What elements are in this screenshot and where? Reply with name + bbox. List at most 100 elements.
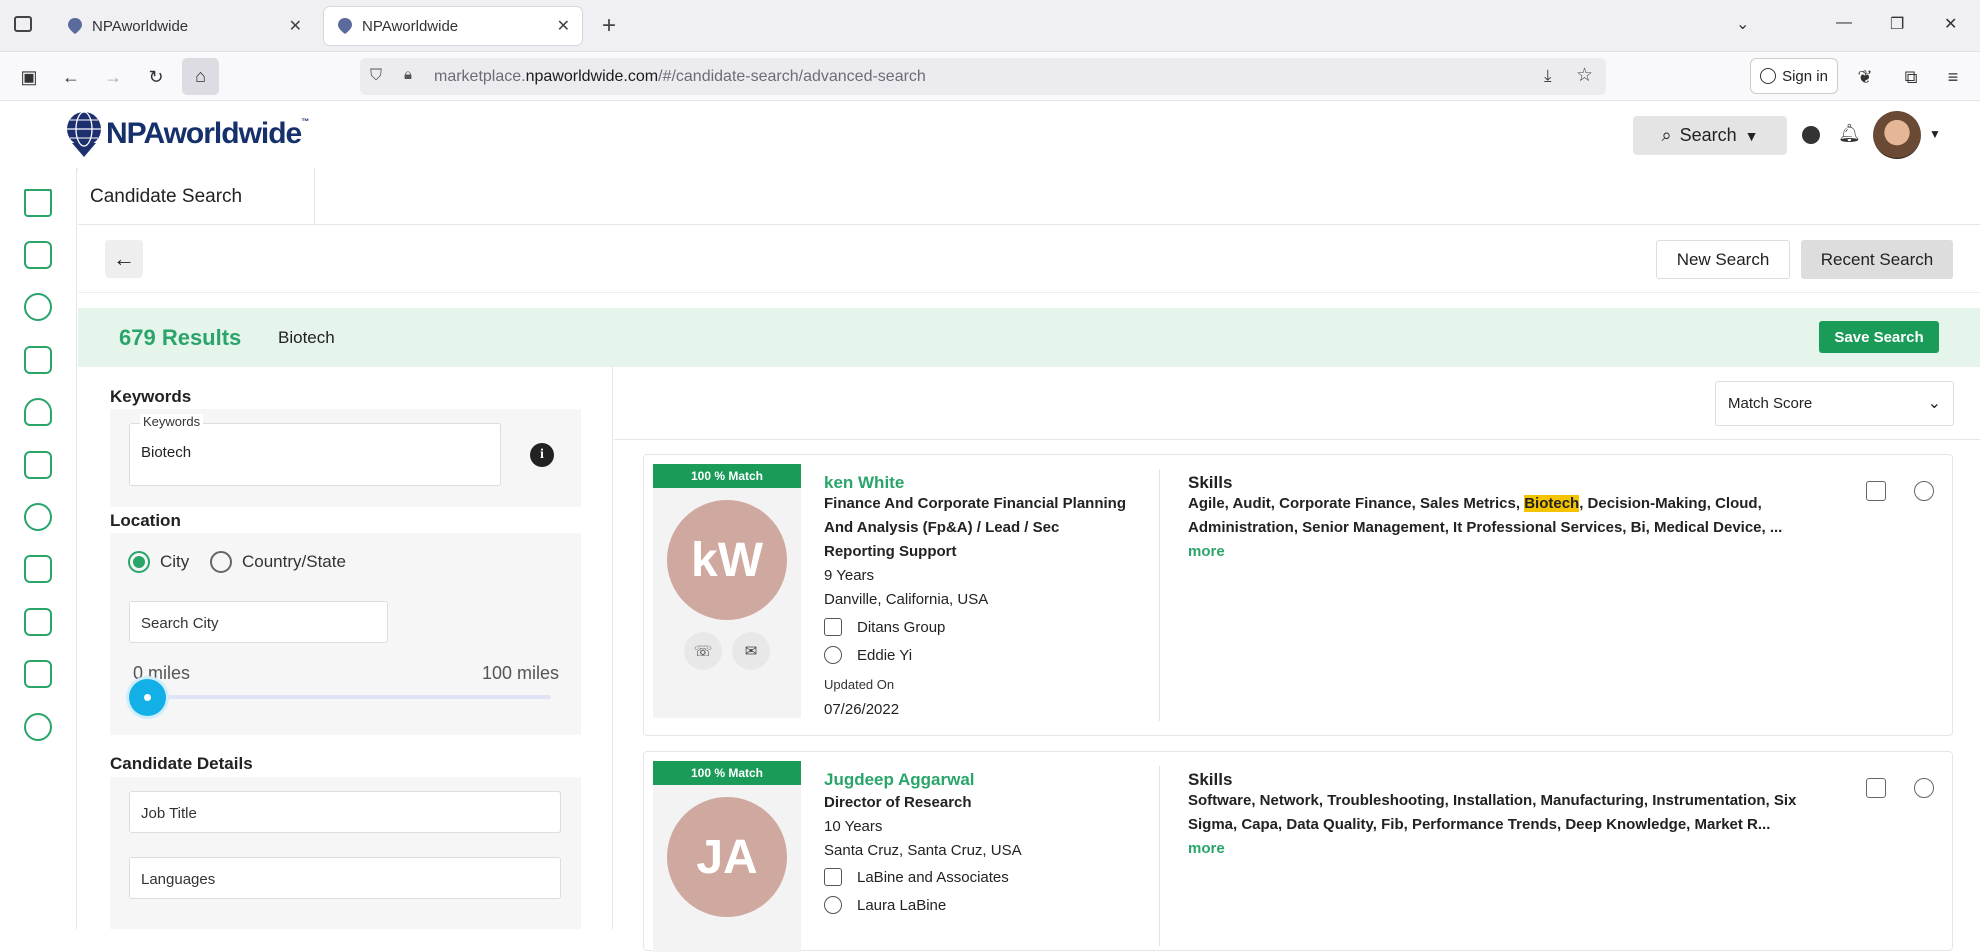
save-search-button[interactable]: Save Search	[1819, 321, 1939, 353]
company-icon	[824, 618, 842, 636]
candidate-recruiter: Eddie Yi	[824, 646, 913, 664]
sort-selected-label: Match Score	[1728, 395, 1813, 412]
money-icon[interactable]	[24, 503, 52, 531]
report-icon[interactable]	[24, 660, 52, 688]
candidate-name[interactable]: Jugdeep Aggarwal	[824, 770, 975, 790]
close-tab-icon[interactable]: ✕	[557, 16, 570, 36]
bookmark-star-icon[interactable]: ☆	[1576, 64, 1593, 87]
job-title-input[interactable]: Job Title	[129, 791, 561, 833]
add-to-shortlist-icon[interactable]	[1914, 481, 1934, 501]
home-icon[interactable]	[24, 189, 52, 217]
add-to-shortlist-icon[interactable]	[1914, 778, 1934, 798]
candidate-initials-avatar: kW	[667, 500, 787, 620]
browser-tab-active[interactable]: NPAworldwide ✕	[324, 7, 582, 45]
radio-country-state[interactable]: Country/State	[210, 551, 346, 573]
candidate-card[interactable]: 100 % Match kW ☏ ✉ ken White Finance And…	[643, 454, 1953, 736]
candidate-title: Finance And Corporate Financial Planning…	[824, 495, 1126, 560]
logo-text: NPAworldwide™	[106, 117, 309, 150]
view-resume-icon[interactable]	[1866, 778, 1886, 798]
sign-in-button[interactable]: Sign in	[1750, 58, 1838, 94]
results-panel: Match Score ⌄ 100 % Match kW ☏ ✉ ken Whi…	[614, 367, 1980, 952]
info-icon[interactable]: i	[530, 443, 554, 467]
recruiter-name: Eddie Yi	[857, 647, 913, 664]
folder-icon[interactable]	[24, 555, 52, 583]
distance-slider-thumb[interactable]	[129, 679, 166, 716]
more-link[interactable]: more	[1188, 543, 1225, 560]
page-header: Candidate Search	[78, 168, 1980, 225]
tab-list-icon[interactable]	[14, 16, 32, 32]
copilot-icon[interactable]: ❦	[1852, 64, 1878, 90]
tab-overflow-chevron-icon[interactable]: ⌄	[1736, 14, 1749, 34]
languages-input[interactable]: Languages	[129, 857, 561, 899]
phone-icon[interactable]: ☏	[684, 632, 722, 670]
search-toolbar: ← New Search Recent Search	[78, 225, 1980, 293]
person-icon[interactable]	[24, 293, 52, 321]
header-search-label: Search	[1679, 125, 1737, 145]
settings-user-icon[interactable]	[24, 713, 52, 741]
restore-icon[interactable]: ❐	[1890, 14, 1904, 34]
keywords-input[interactable]: Keywords Biotech	[129, 414, 501, 486]
back-icon[interactable]: ←	[58, 64, 84, 90]
shield-icon[interactable]: ⛉	[370, 67, 382, 85]
page-title: Candidate Search	[90, 186, 243, 207]
task-icon[interactable]	[24, 608, 52, 636]
document-icon[interactable]	[24, 451, 52, 479]
notification-bell-icon[interactable]: 🔔︎	[1838, 123, 1861, 144]
candidate-name[interactable]: ken White	[824, 473, 904, 493]
address-bar[interactable]: ⛉ 🔒︎ marketplace.npaworldwide.com/#/cand…	[360, 58, 1606, 95]
sort-select[interactable]: Match Score ⌄	[1715, 381, 1954, 426]
chat-icon[interactable]	[1802, 126, 1820, 144]
candidate-card[interactable]: 100 % Match JA Jugdeep Aggarwal Director…	[643, 751, 1953, 952]
new-tab-icon[interactable]: +	[602, 12, 616, 40]
chevron-down-icon: ⌄	[1927, 395, 1941, 412]
skills-heading: Skills	[1188, 473, 1233, 492]
extensions-icon[interactable]: ⧉	[1898, 64, 1924, 90]
search-city-input[interactable]: Search City	[129, 601, 388, 643]
dashboard-icon[interactable]	[24, 241, 52, 269]
keywords-field-label: Keywords	[140, 414, 204, 429]
candidate-experience: 10 Years	[824, 818, 883, 835]
radio-city[interactable]: City	[128, 551, 189, 573]
results-count: 679 Results	[119, 325, 242, 350]
header-search-button[interactable]: ⌕ Search ▼	[1633, 116, 1787, 155]
company-icon	[824, 868, 842, 886]
view-resume-icon[interactable]	[1866, 481, 1886, 501]
back-button[interactable]: ←	[105, 240, 143, 278]
save-page-icon[interactable]: ⤓	[1544, 66, 1552, 86]
candidate-recruiter: Laura LaBine	[824, 896, 946, 914]
updated-label: Updated On	[824, 677, 895, 692]
candidate-experience: 9 Years	[824, 567, 875, 584]
candidate-location: Santa Cruz, Santa Cruz, USA	[824, 842, 1022, 859]
browser-nav-bar: ▣ ← → ↻ ⌂ ⛉ 🔒︎ marketplace.npaworldwide.…	[0, 52, 1980, 101]
menu-icon[interactable]: ≡	[1940, 64, 1966, 90]
divider	[314, 168, 315, 225]
email-icon[interactable]: ✉	[732, 632, 770, 670]
divider	[1159, 766, 1160, 946]
recent-search-button[interactable]: Recent Search	[1801, 240, 1953, 279]
user-avatar[interactable]	[1873, 111, 1921, 159]
close-window-icon[interactable]: ✕	[1944, 14, 1957, 34]
home-icon[interactable]: ⌂	[182, 58, 219, 95]
close-tab-icon[interactable]: ✕	[289, 16, 302, 36]
candidate-details-section: Job Title Languages	[110, 777, 581, 929]
new-search-button[interactable]: New Search	[1656, 240, 1790, 279]
avatar-caret-icon[interactable]: ▼	[1929, 127, 1941, 141]
distance-slider-track[interactable]	[133, 695, 551, 699]
sidebar-toggle-icon[interactable]: ▣	[16, 64, 42, 90]
lock-icon[interactable]: 🔒︎	[404, 66, 412, 83]
more-link[interactable]: more	[1188, 840, 1225, 857]
npa-logo[interactable]: NPAworldwide™	[66, 111, 309, 157]
keywords-value: Biotech	[141, 444, 192, 461]
briefcase-icon[interactable]	[24, 346, 52, 374]
skills-list: Agile, Audit, Corporate Finance, Sales M…	[1188, 492, 1808, 564]
candidate-icon[interactable]	[24, 398, 52, 426]
forward-icon[interactable]: →	[100, 64, 126, 90]
candidate-initials-avatar: JA	[667, 797, 787, 917]
url-text[interactable]: marketplace.npaworldwide.com/#/candidate…	[434, 68, 926, 86]
browser-tab[interactable]: NPAworldwide ✕	[54, 7, 314, 45]
skill-highlight: Biotech	[1524, 495, 1580, 512]
radio-city-label: City	[160, 552, 190, 571]
reload-icon[interactable]: ↻	[143, 64, 169, 90]
company-name: LaBine and Associates	[857, 869, 1009, 886]
minimize-icon[interactable]: —	[1836, 14, 1852, 32]
